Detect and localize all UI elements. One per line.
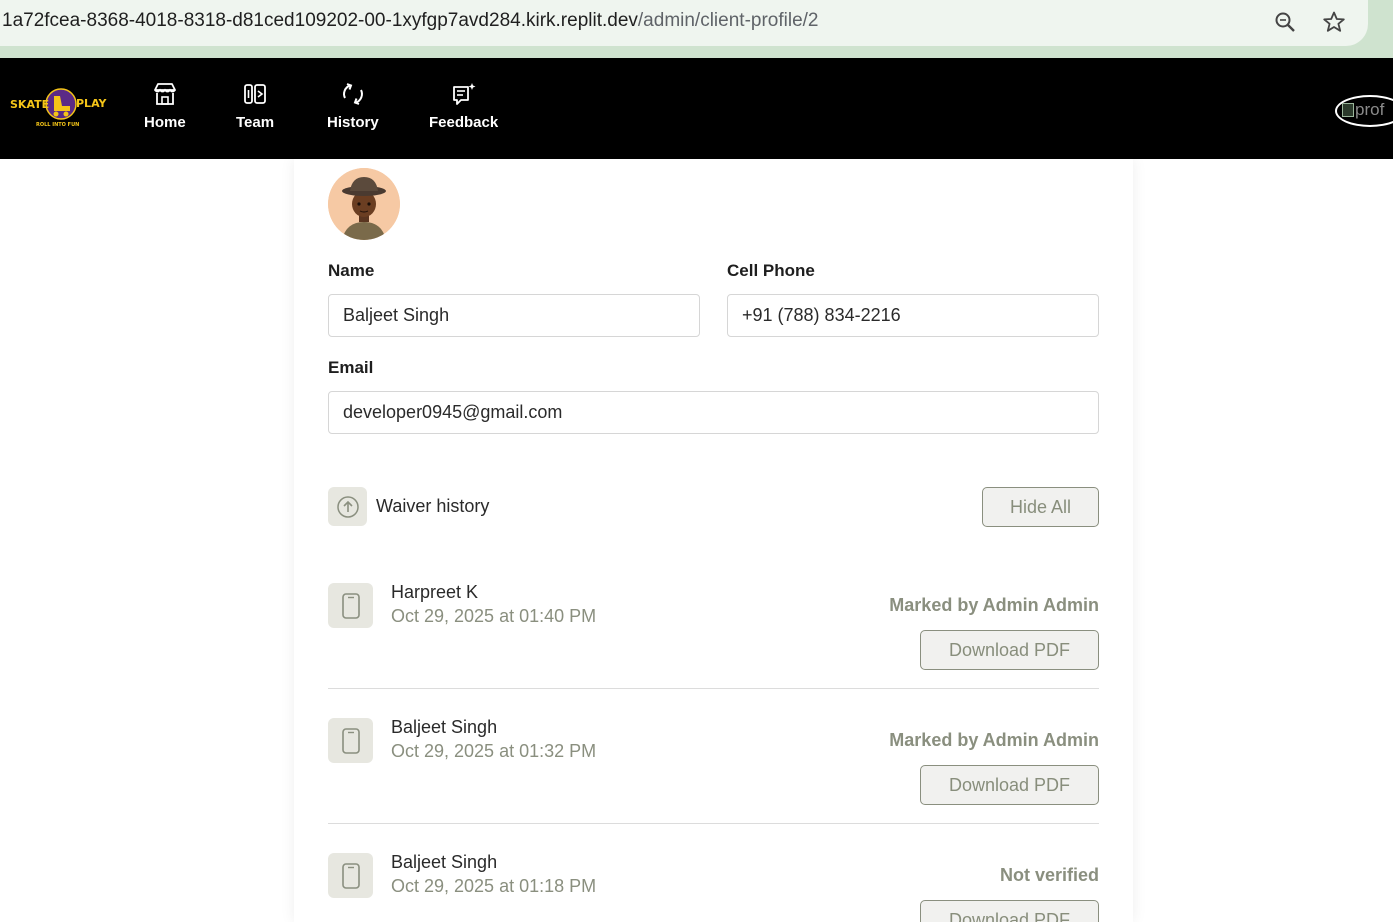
waiver-record: Baljeet Singh Oct 29, 2025 at 01:32 PM M… bbox=[328, 717, 1099, 853]
client-avatar bbox=[328, 168, 400, 240]
nav-feedback[interactable]: Feedback bbox=[429, 80, 498, 131]
nav-team[interactable]: Team bbox=[236, 80, 274, 131]
download-pdf-button[interactable]: Download PDF bbox=[920, 765, 1099, 805]
nav-home-label: Home bbox=[144, 114, 186, 131]
url-text[interactable]: 1a72fcea-8368-4018-8318-d81ced109202-00-… bbox=[2, 10, 819, 32]
top-nav: SKATE PLAY ROLL INTO FUN Home Team Histo… bbox=[0, 58, 1393, 159]
phone-field[interactable]: +91 (788) 834-2216 bbox=[727, 294, 1099, 337]
hide-all-button[interactable]: Hide All bbox=[982, 487, 1099, 527]
url-host: 1a72fcea-8368-4018-8318-d81ced109202-00-… bbox=[2, 10, 638, 31]
waiver-date: Oct 29, 2025 at 01:40 PM bbox=[391, 606, 597, 626]
nav-history-label: History bbox=[327, 114, 379, 131]
waiver-status: Marked by Admin Admin bbox=[889, 595, 1099, 615]
waiver-status: Not verified bbox=[999, 865, 1099, 885]
record-divider bbox=[328, 823, 1099, 824]
name-field[interactable]: Baljeet Singh bbox=[328, 294, 700, 337]
waiver-signer-name: Baljeet Singh bbox=[391, 853, 498, 872]
waiver-record: Baljeet Singh Oct 29, 2025 at 01:18 PM N… bbox=[328, 853, 1099, 922]
team-icon bbox=[241, 80, 269, 108]
profile-avatar-button[interactable]: prof bbox=[1335, 95, 1393, 127]
waiver-history-title: Waiver history bbox=[376, 496, 490, 516]
nav-history[interactable]: History bbox=[327, 80, 379, 131]
logo-text-right: PLAY bbox=[76, 97, 108, 110]
waiver-date: Oct 29, 2025 at 01:18 PM bbox=[391, 876, 597, 896]
phone-label: Cell Phone bbox=[727, 261, 815, 280]
waiver-signer-name: Harpreet K bbox=[391, 582, 479, 602]
upload-icon bbox=[328, 487, 367, 526]
download-pdf-button[interactable]: Download PDF bbox=[920, 630, 1099, 670]
logo-text-left: SKATE bbox=[10, 98, 49, 111]
waiver-status: Marked by Admin Admin bbox=[889, 730, 1099, 750]
url-path: /admin/client-profile/2 bbox=[637, 10, 819, 31]
address-field[interactable]: 1a72fcea-8368-4018-8318-d81ced109202-00-… bbox=[0, 0, 1368, 46]
nav-home[interactable]: Home bbox=[144, 80, 186, 131]
browser-url-bar: 1a72fcea-8368-4018-8318-d81ced109202-00-… bbox=[0, 0, 1393, 58]
broken-image-icon bbox=[1342, 103, 1354, 117]
phone-device-icon bbox=[328, 583, 373, 628]
phone-device-icon bbox=[328, 853, 373, 898]
profile-alt-text: prof bbox=[1355, 100, 1385, 119]
record-divider bbox=[328, 688, 1099, 689]
store-icon bbox=[151, 80, 179, 108]
nav-feedback-label: Feedback bbox=[429, 114, 499, 131]
email-field[interactable]: developer0945@gmail.com bbox=[328, 391, 1099, 434]
name-label: Name bbox=[328, 261, 375, 280]
refresh-icon bbox=[339, 80, 367, 108]
waiver-signer-name: Baljeet Singh bbox=[391, 717, 498, 737]
zoom-icon[interactable] bbox=[1272, 9, 1298, 35]
waiver-date: Oct 29, 2025 at 01:32 PM bbox=[391, 741, 597, 761]
feedback-icon bbox=[450, 80, 478, 108]
logo-tagline: ROLL INTO FUN bbox=[36, 122, 79, 128]
email-label: Email bbox=[328, 358, 374, 377]
client-profile-card: Name Baljeet Singh Cell Phone +91 (788) … bbox=[294, 159, 1133, 922]
skateplay-logo[interactable]: SKATE PLAY ROLL INTO FUN bbox=[8, 82, 116, 138]
bookmark-star-icon[interactable] bbox=[1321, 9, 1347, 35]
download-pdf-button[interactable]: Download PDF bbox=[920, 900, 1099, 922]
waiver-record: Harpreet K Oct 29, 2025 at 01:40 PM Mark… bbox=[328, 582, 1099, 718]
phone-device-icon bbox=[328, 718, 373, 763]
nav-team-label: Team bbox=[236, 114, 275, 131]
